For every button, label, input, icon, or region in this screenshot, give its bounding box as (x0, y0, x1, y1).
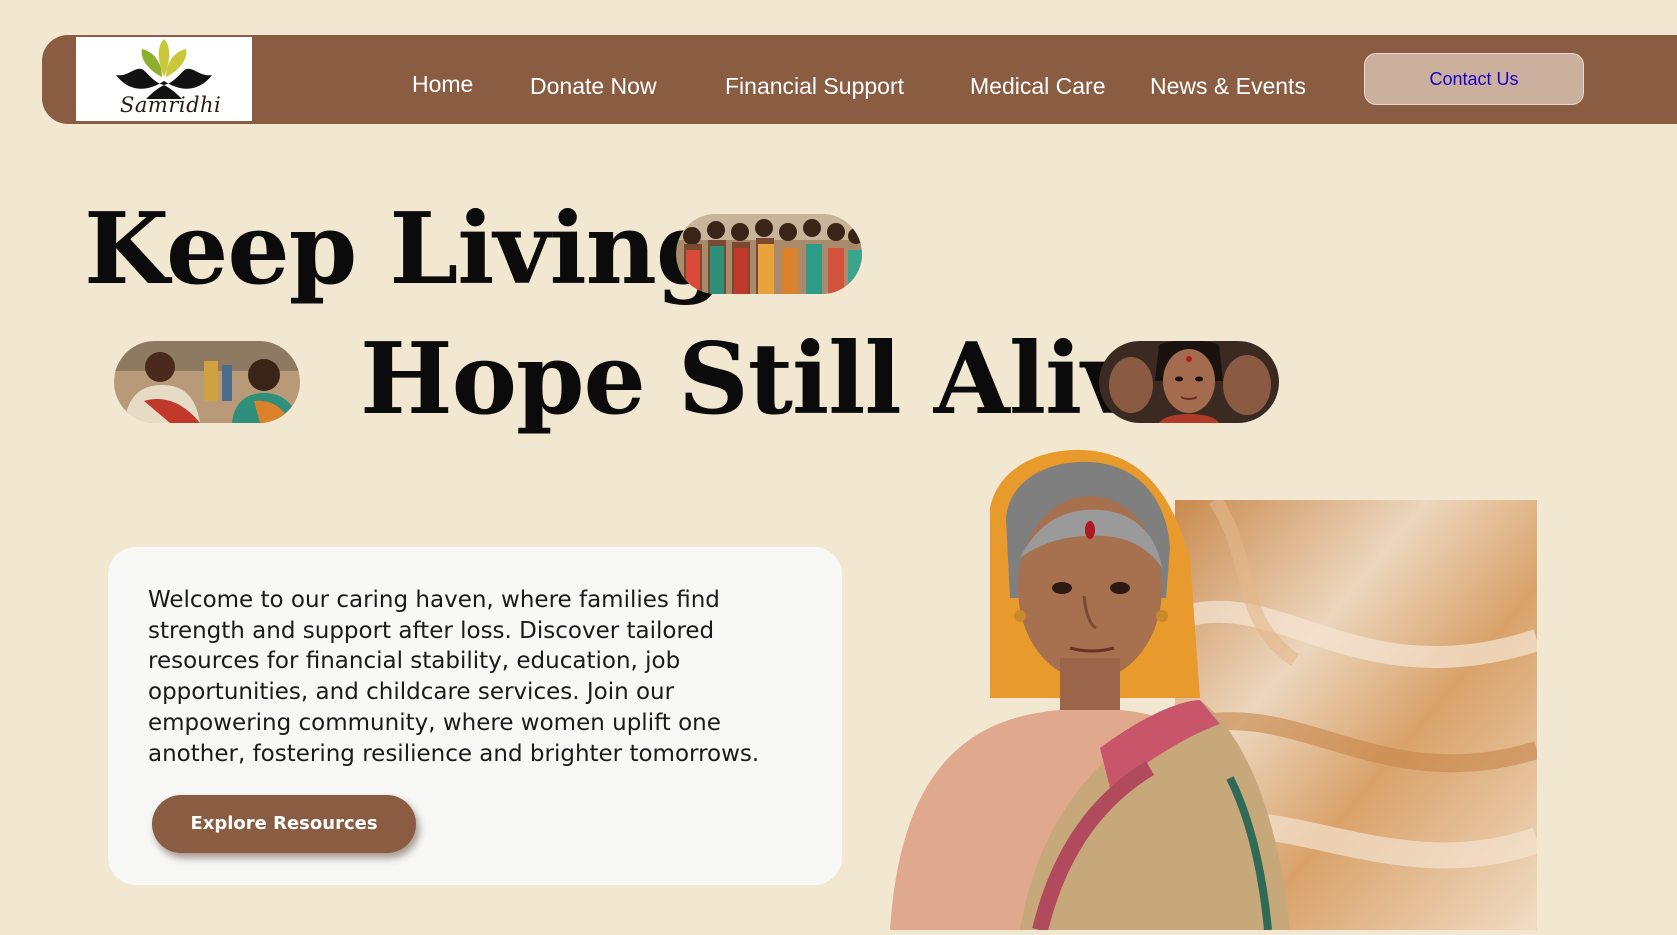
logo-text: Samridhi (120, 93, 222, 117)
contact-us-button[interactable]: Contact Us (1364, 53, 1584, 105)
hero-title-line2: Hope Still Alive (360, 322, 1200, 437)
navbar: Samridhi Home Donate Now Financial Suppo… (42, 35, 1677, 124)
explore-resources-button[interactable]: Explore Resources (152, 795, 416, 853)
women-talking-pill-image (114, 341, 300, 423)
nav-news-events[interactable]: News & Events (1150, 73, 1306, 100)
nav-home[interactable]: Home (412, 71, 473, 98)
nav-medical-care[interactable]: Medical Care (970, 73, 1106, 100)
nav-donate-now[interactable]: Donate Now (530, 73, 657, 100)
women-portraits-pill-image (1099, 341, 1279, 423)
intro-card: Welcome to our caring haven, where famil… (108, 547, 842, 885)
logo[interactable]: Samridhi (76, 37, 252, 121)
women-group-pill-image (676, 214, 862, 294)
hero-title-line1: Keep Living (84, 192, 724, 307)
intro-description: Welcome to our caring haven, where famil… (148, 587, 760, 767)
elderly-woman-portrait (870, 448, 1370, 932)
nav-financial-support[interactable]: Financial Support (725, 73, 904, 100)
